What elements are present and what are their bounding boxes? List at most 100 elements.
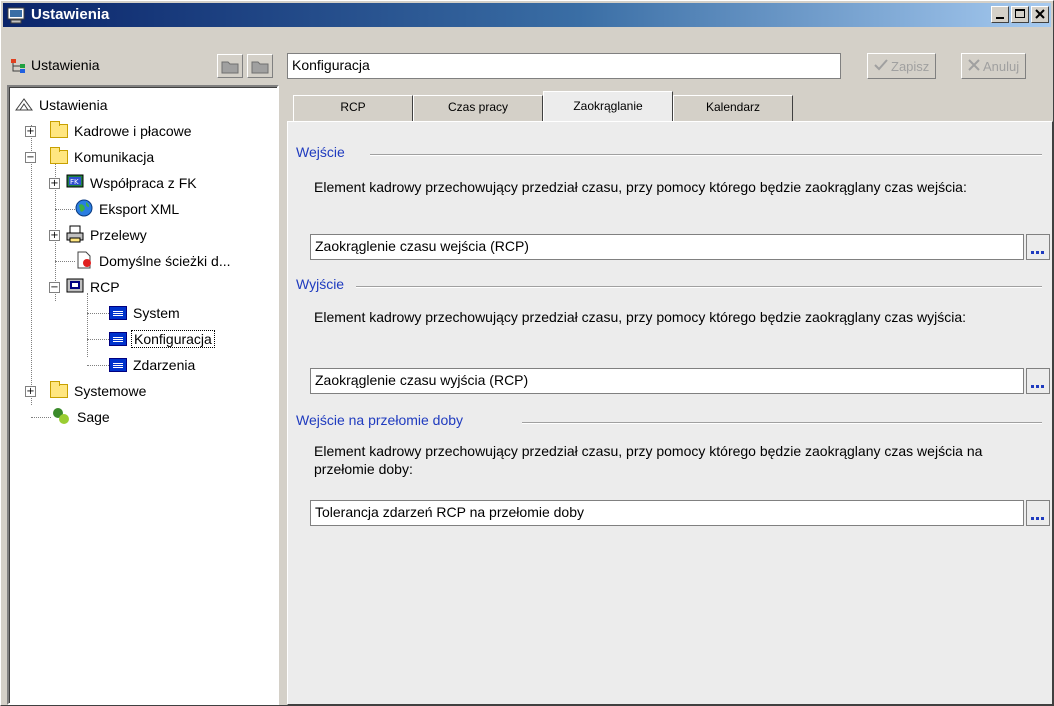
folder-icon bbox=[50, 121, 68, 138]
tree-item-system[interactable]: System bbox=[109, 301, 182, 325]
expand-toggle[interactable]: + bbox=[49, 177, 60, 189]
tree-item-kadrowe-i-placowe[interactable]: + Kadrowe i płacowe bbox=[25, 119, 194, 143]
window-title: Ustawienia bbox=[31, 6, 110, 23]
tree-item-konfiguracja[interactable]: Konfiguracja bbox=[109, 327, 215, 351]
tree-item-label: Przelewy bbox=[90, 227, 147, 243]
tree-item-label: Konfiguracja bbox=[131, 330, 215, 348]
tree-item-komunikacja[interactable]: − Komunikacja bbox=[25, 145, 156, 169]
panel-splitter[interactable] bbox=[281, 85, 285, 705]
minimize-button[interactable] bbox=[991, 6, 1009, 23]
list-icon bbox=[109, 358, 127, 372]
folder-icon bbox=[251, 61, 269, 74]
tree-hierarchy-icon bbox=[11, 59, 27, 76]
save-button-label: Zapisz bbox=[891, 58, 930, 74]
list-icon bbox=[109, 332, 127, 346]
tree-connector bbox=[87, 339, 109, 340]
tree-item-label: Domyślne ścieżki d... bbox=[99, 253, 231, 269]
save-button[interactable]: Zapisz bbox=[867, 53, 937, 79]
tree-connector bbox=[55, 209, 75, 210]
tab-bar: RCP Czas pracy Zaokrąglanie Kalendarz bbox=[287, 91, 1053, 121]
close-button[interactable] bbox=[1031, 6, 1049, 23]
tree-item-eksport-xml[interactable]: Eksport XML bbox=[75, 197, 181, 221]
tree-root-selector[interactable]: Ustawienia bbox=[7, 53, 207, 79]
tree-item-wspolpraca-z-fk[interactable]: + FK Współpraca z FK bbox=[49, 171, 199, 195]
folder-icon bbox=[221, 61, 239, 74]
settings-window: Ustawienia Ustawienia Ustawienia + Kadro… bbox=[0, 0, 1054, 706]
folder-icon bbox=[50, 147, 68, 164]
tree-item-rcp[interactable]: − RCP bbox=[49, 275, 122, 299]
tree-item-przelewy[interactable]: + Przelewy bbox=[49, 223, 149, 247]
sage-icon bbox=[51, 407, 71, 428]
folder-icon bbox=[50, 381, 68, 398]
tree-item-label: Systemowe bbox=[74, 383, 147, 399]
maximize-icon bbox=[1015, 9, 1025, 18]
list-icon bbox=[109, 306, 127, 320]
tab-kalendarz[interactable]: Kalendarz bbox=[673, 95, 793, 121]
checkmark-icon bbox=[874, 58, 888, 74]
document-icon bbox=[75, 251, 93, 272]
section-title-wejscie: Wejście bbox=[296, 144, 345, 160]
wyjscie-element-field[interactable]: Zaokrąglenie czasu wyjścia (RCP) bbox=[310, 368, 1024, 394]
collapse-toggle[interactable]: − bbox=[25, 151, 36, 163]
tab-zaokraglanie[interactable]: Zaokrąglanie bbox=[543, 91, 673, 121]
tree-item-label: Sage bbox=[77, 409, 110, 425]
tree-connector bbox=[87, 313, 109, 314]
tree-header-label: Ustawienia bbox=[31, 57, 100, 73]
tree-header: Ustawienia bbox=[7, 53, 279, 79]
tab-rcp[interactable]: RCP bbox=[293, 95, 413, 121]
tree-connector bbox=[87, 365, 109, 366]
tab-czas-pracy[interactable]: Czas pracy bbox=[413, 95, 543, 121]
tree-item-systemowe[interactable]: + Systemowe bbox=[25, 379, 148, 403]
expand-toggle[interactable]: + bbox=[49, 229, 60, 241]
section-description: Element kadrowy przechowujący przedział … bbox=[314, 179, 967, 195]
tree-item-label: Kadrowe i płacowe bbox=[74, 123, 192, 139]
section-divider bbox=[370, 154, 1042, 156]
tree-connector bbox=[31, 417, 51, 418]
tree-item-label: RCP bbox=[90, 279, 120, 295]
new-folder-button[interactable] bbox=[247, 54, 273, 78]
rcp-icon bbox=[66, 278, 84, 297]
tree-item-zdarzenia[interactable]: Zdarzenia bbox=[109, 353, 197, 377]
expand-toggle[interactable]: + bbox=[25, 385, 36, 397]
tree-item-ustawienia[interactable]: Ustawienia bbox=[15, 93, 109, 117]
maximize-button[interactable] bbox=[1011, 6, 1029, 23]
section-divider bbox=[356, 286, 1042, 288]
expand-toggle[interactable]: + bbox=[25, 125, 36, 137]
settings-app-icon bbox=[7, 6, 25, 28]
wejscie-browse-button[interactable] bbox=[1026, 234, 1050, 260]
tree-item-label: Komunikacja bbox=[74, 149, 155, 165]
wejscie-przelom-doby-element-field[interactable]: Tolerancja zdarzeń RCP na przełomie doby bbox=[310, 500, 1024, 526]
close-icon bbox=[1035, 9, 1045, 19]
open-folder-button[interactable] bbox=[217, 54, 243, 78]
ustawienia-icon bbox=[15, 97, 33, 114]
tree-item-label: Współpraca z FK bbox=[90, 175, 197, 191]
tree-item-label: Ustawienia bbox=[39, 97, 108, 113]
section-title-wyjscie: Wyjście bbox=[296, 276, 345, 292]
tab-content-zaokraglanie: Wejście Element kadrowy przechowujący pr… bbox=[287, 121, 1053, 705]
title-bar[interactable]: Ustawienia bbox=[3, 3, 1051, 27]
section-description: Element kadrowy przechowujący przedział … bbox=[314, 443, 983, 477]
cancel-icon bbox=[968, 58, 980, 74]
tree-item-domyslne-sciezki[interactable]: Domyślne ścieżki d... bbox=[75, 249, 232, 273]
section-divider bbox=[522, 422, 1042, 424]
fk-icon: FK bbox=[66, 174, 84, 193]
section-title-wejscie-na-przelomie-doby: Wejście na przełomie doby bbox=[296, 412, 464, 428]
tree-item-label: Zdarzenia bbox=[133, 357, 196, 373]
tree-connector bbox=[87, 293, 88, 357]
tree-item-sage[interactable]: Sage bbox=[51, 405, 112, 429]
globe-icon bbox=[75, 199, 93, 220]
cancel-button[interactable]: Anuluj bbox=[961, 53, 1027, 79]
wejscie-element-field[interactable]: Zaokrąglenie czasu wejścia (RCP) bbox=[310, 234, 1024, 260]
svg-text:FK: FK bbox=[70, 178, 79, 186]
tree-connector bbox=[55, 261, 75, 262]
settings-tree[interactable]: Ustawienia + Kadrowe i płacowe − Komunik… bbox=[7, 85, 279, 705]
section-description: Element kadrowy przechowujący przedział … bbox=[314, 309, 967, 325]
tree-item-label: Eksport XML bbox=[99, 201, 180, 217]
printer-icon bbox=[66, 225, 84, 246]
wyjscie-browse-button[interactable] bbox=[1026, 368, 1050, 394]
collapse-toggle[interactable]: − bbox=[49, 281, 60, 293]
wejscie-przelom-doby-browse-button[interactable] bbox=[1026, 500, 1050, 526]
tree-item-label: System bbox=[133, 305, 180, 321]
minimize-icon bbox=[996, 17, 1004, 19]
cancel-button-label: Anuluj bbox=[983, 58, 1020, 74]
